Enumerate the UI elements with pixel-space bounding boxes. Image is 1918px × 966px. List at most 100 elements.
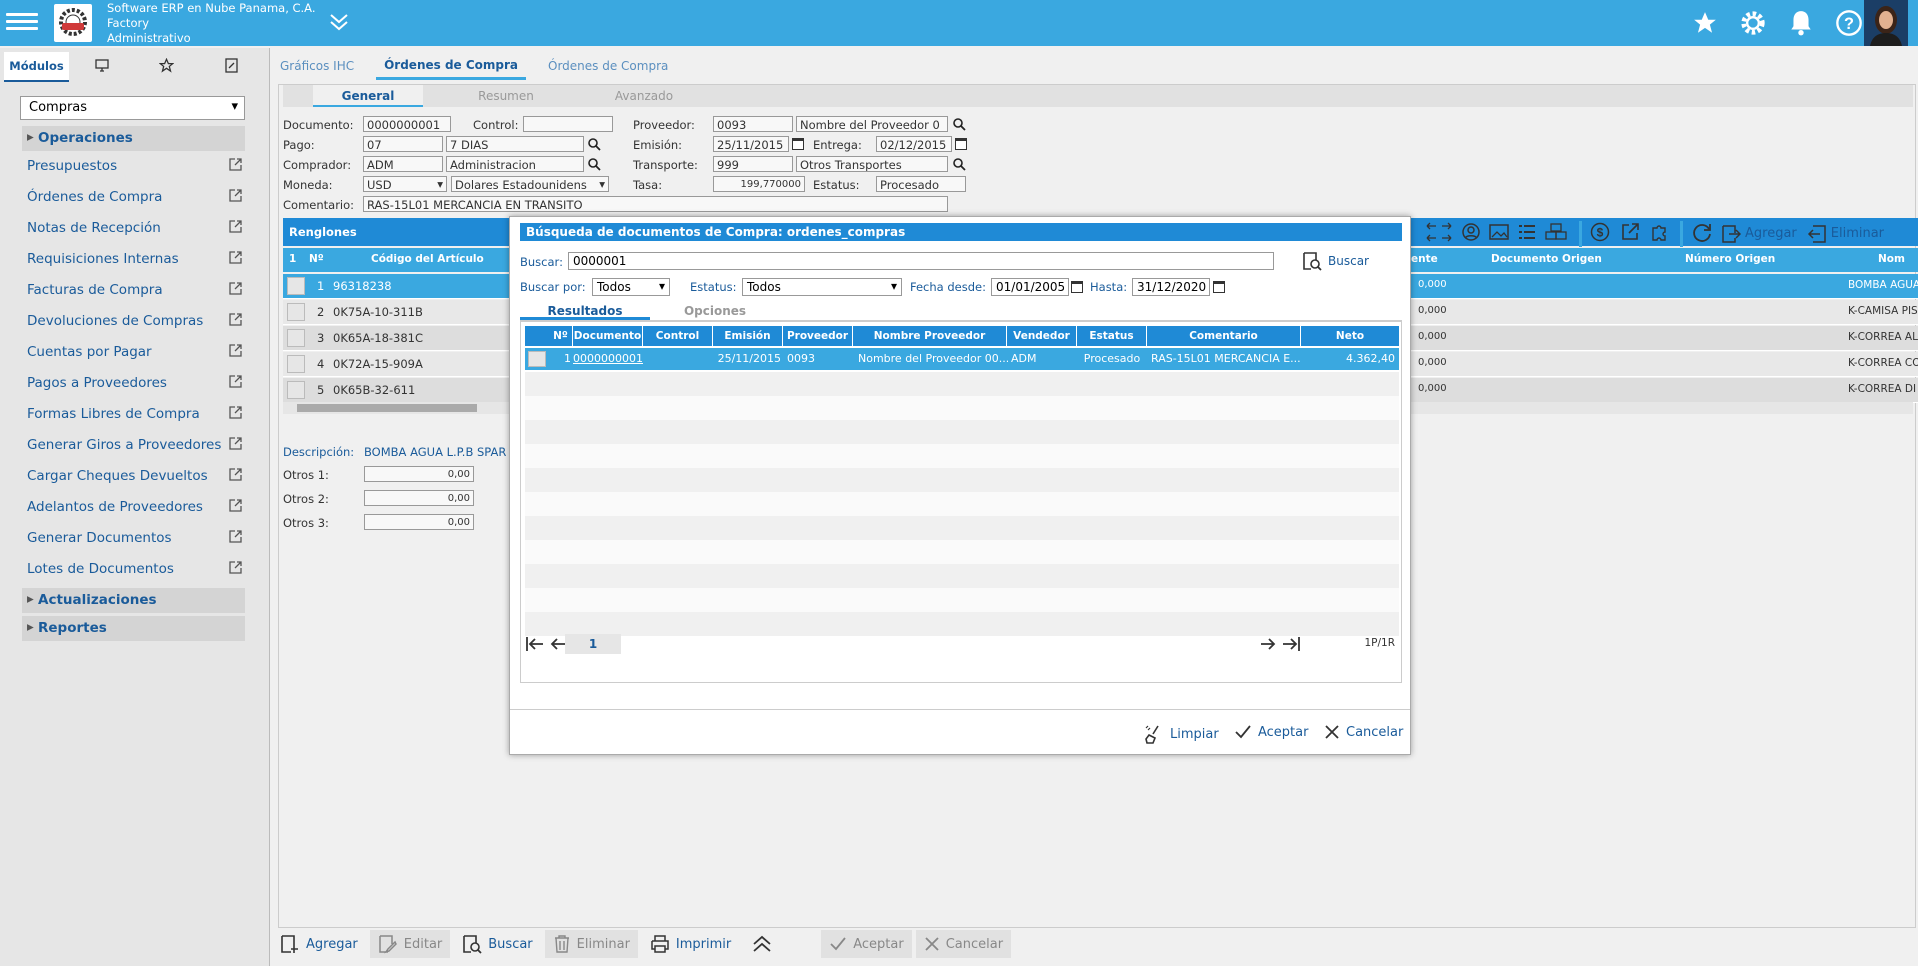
external-link-icon[interactable] [229, 437, 242, 454]
current-page[interactable]: 1 [565, 634, 621, 654]
dialog-cancelar-button[interactable]: Cancelar [1324, 724, 1403, 740]
pago-code-field[interactable]: 07 [363, 136, 443, 152]
sidebar-item-6[interactable]: Cuentas por Pagar [27, 344, 242, 360]
imprimir-button[interactable]: Imprimir [642, 930, 739, 958]
sidebar-item-4[interactable]: Facturas de Compra [27, 282, 242, 298]
tasa-field[interactable]: 199,770000 [713, 176, 805, 192]
sidebar-item-10[interactable]: Cargar Cheques Devueltos [27, 468, 242, 484]
entrega-field[interactable]: 02/12/2015 [876, 136, 952, 152]
row-checkbox[interactable] [287, 303, 305, 321]
row-checkbox[interactable] [287, 355, 305, 373]
section-operaciones[interactable]: Operaciones [22, 126, 245, 151]
tab-ordenes-compra-active[interactable]: Órdenes de Compra [376, 52, 527, 80]
last-page-icon[interactable] [1281, 636, 1301, 655]
dialog-search-input[interactable]: 0000001 [568, 252, 1274, 270]
dialog-aceptar-button[interactable]: Aceptar [1234, 724, 1308, 740]
fecha-desde-field[interactable]: 01/01/2005 [991, 278, 1069, 296]
tab-opciones[interactable]: Opciones [650, 301, 780, 320]
first-page-icon[interactable] [525, 636, 545, 655]
gear-icon[interactable] [1736, 6, 1770, 40]
search-icon[interactable] [587, 137, 601, 151]
dollar-icon[interactable]: $ [1590, 222, 1610, 245]
comentario-field[interactable]: RAS-15L01 MERCANCIA EN TRANSITO [363, 196, 948, 212]
moneda-name-select[interactable]: Dolares Estadounidens [451, 176, 609, 192]
calendar-icon[interactable] [955, 138, 967, 150]
proveedor-code-field[interactable]: 0093 [713, 116, 793, 132]
calendar-icon[interactable] [1213, 281, 1225, 293]
tab-ordenes-compra[interactable]: Órdenes de Compra [540, 52, 676, 80]
otros-field[interactable]: 0,00 [364, 466, 474, 482]
tab-desktop[interactable] [69, 52, 134, 82]
agregar-button[interactable]: Agregar [272, 930, 366, 958]
row-checkbox[interactable] [287, 329, 305, 347]
external-link-icon[interactable] [229, 561, 242, 578]
aceptar-button[interactable]: Aceptar [821, 930, 912, 958]
sidebar-item-3[interactable]: Requisiciones Internas [27, 251, 242, 267]
comprador-name-field[interactable]: Administracion [446, 156, 584, 172]
tab-favorites[interactable] [134, 52, 199, 82]
dialog-estatus-select[interactable]: Todos [742, 278, 902, 296]
external-link-icon[interactable] [229, 468, 242, 485]
eliminar-button[interactable]: Eliminar [544, 930, 638, 958]
puzzle-icon[interactable] [1650, 222, 1670, 245]
sidebar-item-8[interactable]: Formas Libres de Compra [27, 406, 242, 422]
expand-arrows-icon[interactable] [1425, 220, 1453, 247]
external-link-icon[interactable] [1620, 222, 1640, 245]
tab-graficos-ihc[interactable]: Gráficos IHC [272, 52, 362, 80]
row-checkbox[interactable] [528, 351, 546, 367]
sidebar-item-13[interactable]: Lotes de Documentos [27, 561, 242, 577]
result-row[interactable]: 1 0000000001 25/11/2015 0093 Nombre del … [525, 348, 1399, 370]
list-icon[interactable] [1517, 223, 1537, 244]
sidebar-item-0[interactable]: Presupuestos [27, 158, 242, 174]
search-icon[interactable] [587, 157, 601, 171]
row-checkbox[interactable] [287, 381, 305, 399]
pago-name-field[interactable]: 7 DIAS [446, 136, 584, 152]
buscar-por-select[interactable]: Todos [592, 278, 670, 296]
sidebar-item-9[interactable]: Generar Giros a Proveedores [27, 437, 242, 453]
section-reportes[interactable]: Reportes [22, 616, 245, 641]
dialog-search-button[interactable]: Buscar [1302, 251, 1369, 271]
sidebar-item-11[interactable]: Adelantos de Proveedores [27, 499, 242, 515]
row-checkbox[interactable] [287, 277, 305, 295]
next-page-icon[interactable] [1259, 636, 1277, 655]
bell-icon[interactable] [1784, 6, 1818, 40]
tab-general[interactable]: General [313, 85, 423, 107]
star-icon[interactable] [1688, 6, 1722, 40]
tab-modulos[interactable]: Módulos [4, 52, 69, 82]
external-link-icon[interactable] [229, 189, 242, 206]
tab-notes[interactable] [199, 52, 264, 82]
image-icon[interactable] [1489, 223, 1509, 244]
user-avatar[interactable] [1864, 0, 1908, 46]
buscar-button[interactable]: Buscar [454, 930, 540, 958]
control-field[interactable] [523, 116, 613, 132]
external-link-icon[interactable] [229, 313, 242, 330]
double-chevron-down-icon[interactable] [328, 12, 350, 35]
limpiar-button[interactable]: Limpiar [1144, 724, 1219, 744]
grid-delete-button[interactable]: Eliminar [1807, 224, 1884, 244]
collapse-up-button[interactable] [743, 930, 781, 958]
sidebar-item-2[interactable]: Notas de Recepción [27, 220, 242, 236]
documento-field[interactable]: 0000000001 [363, 116, 451, 132]
proveedor-name-field[interactable]: Nombre del Proveedor 0 [796, 116, 948, 132]
tab-avanzado[interactable]: Avanzado [589, 85, 699, 107]
search-icon[interactable] [952, 117, 966, 131]
tab-resultados[interactable]: Resultados [520, 301, 650, 320]
help-icon[interactable]: ? [1832, 6, 1866, 40]
row-documento-link[interactable]: 0000000001 [573, 348, 643, 370]
external-link-icon[interactable] [229, 344, 242, 361]
grid-add-button[interactable]: Agregar [1721, 224, 1797, 244]
user-icon[interactable] [1461, 222, 1481, 245]
tab-resumen[interactable]: Resumen [451, 85, 561, 107]
external-link-icon[interactable] [229, 220, 242, 237]
transporte-name-field[interactable]: Otros Transportes [796, 156, 948, 172]
editar-button[interactable]: Editar [369, 930, 451, 958]
emision-field[interactable]: 25/11/2015 [713, 136, 789, 152]
calendar-icon[interactable] [792, 138, 804, 150]
search-icon[interactable] [952, 157, 966, 171]
cancelar-button[interactable]: Cancelar [915, 930, 1012, 958]
section-actualizaciones[interactable]: Actualizaciones [22, 588, 245, 613]
otros-field[interactable]: 0,00 [364, 490, 474, 506]
external-link-icon[interactable] [229, 406, 242, 423]
module-select[interactable]: Compras [20, 96, 245, 120]
boxes-icon[interactable] [1545, 223, 1567, 244]
